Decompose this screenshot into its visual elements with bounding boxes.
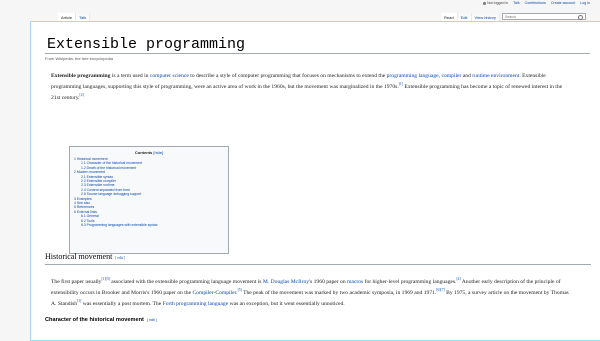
link-computer-science[interactable]: computer science <box>150 73 189 79</box>
toc-link[interactable]: 6.1 General <box>81 214 99 218</box>
edit-link-text[interactable]: [ edit ] <box>115 256 125 260</box>
link-forth[interactable]: Forth programming language <box>163 301 229 307</box>
toc-link[interactable]: 2.2 Extensible compiler <box>81 179 116 183</box>
toc-link[interactable]: 1.1 Character of the historical movement <box>81 161 142 165</box>
edit-link-text[interactable]: [ edit ] <box>147 318 157 322</box>
text: was an exception, but it went essentiall… <box>228 301 345 308</box>
toc-link[interactable]: 1 Historical movement <box>74 157 108 161</box>
historical-paragraph: The first paper usually[1][3] associated… <box>51 275 571 308</box>
talk-link[interactable]: Talk <box>513 1 519 5</box>
toc-link[interactable]: 2.1 Extensible syntax <box>81 175 113 179</box>
ref-link[interactable]: [6][7] <box>436 288 444 292</box>
title-divider <box>45 53 590 54</box>
bold-term: Extensible programming <box>51 73 111 79</box>
toc-link[interactable]: 3 Examples <box>74 197 92 201</box>
toc-title: Contents <box>134 150 153 155</box>
toc-link[interactable]: 1.2 Death of the historical movement <box>81 166 136 170</box>
link-mcilroy[interactable]: M. Douglas McIlroy <box>263 279 309 285</box>
view-tabs: Read Edit View history <box>441 13 500 21</box>
toc-link[interactable]: 6 External links <box>74 210 97 214</box>
toc-header: Contents [hide] <box>74 150 224 155</box>
section-heading-historical-movement: Historical movement[ edit ] <box>45 252 591 265</box>
content-area: Extensible programming From Wikipedia, t… <box>30 21 600 341</box>
search-icon[interactable] <box>578 15 583 20</box>
subsection-heading-text: Character of the historical movement <box>45 317 144 323</box>
tab-view-history[interactable]: View history <box>471 13 500 21</box>
top-bar: Not logged in Talk Contributions Create … <box>0 0 600 10</box>
toc-item[interactable]: 6.3 Programming languages with extensibl… <box>74 223 224 227</box>
namespace-tabs: Article Talk <box>58 13 91 21</box>
text: The first paper usually <box>51 278 102 285</box>
search-input[interactable]: Search <box>502 13 586 20</box>
toc-link[interactable]: 2.4 Content separated from form <box>81 188 130 192</box>
toc-link[interactable]: 4 See also <box>74 201 90 205</box>
tab-article[interactable]: Article <box>58 13 77 21</box>
text: associated with the extensible programmi… <box>109 278 263 285</box>
table-of-contents: Contents [hide] 1 Historical movement 1.1… <box>69 146 229 254</box>
text: is a term used in <box>110 73 150 79</box>
not-logged-in: Not logged in <box>487 1 509 5</box>
toc-toggle[interactable]: [hide] <box>153 150 163 155</box>
toc-link[interactable]: 2 Modern movement <box>74 170 105 174</box>
text: The peak of the movement was marked by t… <box>241 290 437 297</box>
toc-link[interactable]: 2.3 Extensible runtime <box>81 183 115 187</box>
search-placeholder: Search <box>505 15 517 19</box>
intro-paragraph: Extensible programming is a term used in… <box>51 72 571 103</box>
toc-link[interactable]: 6.2 Tools <box>81 219 95 223</box>
text: for higher-level programming languages. <box>363 278 457 285</box>
toc-link[interactable]: 2.5 Source language debugging support <box>81 192 141 196</box>
text: 's 1960 paper on <box>309 278 348 285</box>
page-title: Extensible programming <box>47 36 246 53</box>
edit-section-link[interactable]: [ edit ] <box>115 256 125 260</box>
text: and <box>461 73 473 79</box>
link-compiler-compiler[interactable]: Compiler-Compiler <box>192 290 236 296</box>
text: to describe a style of computer programm… <box>188 73 387 79</box>
log-in-link[interactable]: Log in <box>580 1 590 5</box>
text: was essentially a post mortem. The <box>81 301 163 308</box>
link-runtime-environment[interactable]: runtime environment <box>472 73 519 79</box>
link-macros[interactable]: macros <box>347 279 363 285</box>
user-icon <box>483 1 487 5</box>
tab-read[interactable]: Read <box>441 13 458 21</box>
section-heading-text: Historical movement <box>45 252 113 261</box>
link-programming-language[interactable]: programming language <box>387 73 439 79</box>
edit-subsection-link[interactable]: [ edit ] <box>147 318 157 322</box>
subsection-heading-character: Character of the historical movement[ ed… <box>45 317 157 323</box>
link-compiler[interactable]: compiler <box>441 73 461 79</box>
tab-talk[interactable]: Talk <box>76 13 91 21</box>
toc-link[interactable]: 5 References <box>74 205 94 209</box>
toc-list: 1 Historical movement 1.1 Character of th… <box>74 157 224 228</box>
toc-link[interactable]: 6.3 Programming languages with extensibl… <box>81 223 158 227</box>
site-tagline: From Wikipedia, the free encyclopedia <box>45 56 114 61</box>
personal-tools: Not logged in Talk Contributions Create … <box>479 1 590 5</box>
ref-link[interactable]: [2] <box>80 93 84 97</box>
ref-link[interactable]: [1][3] <box>101 277 109 281</box>
create-account-link[interactable]: Create account <box>551 1 575 5</box>
contributions-link[interactable]: Contributions <box>525 1 546 5</box>
tab-edit[interactable]: Edit <box>457 13 472 21</box>
